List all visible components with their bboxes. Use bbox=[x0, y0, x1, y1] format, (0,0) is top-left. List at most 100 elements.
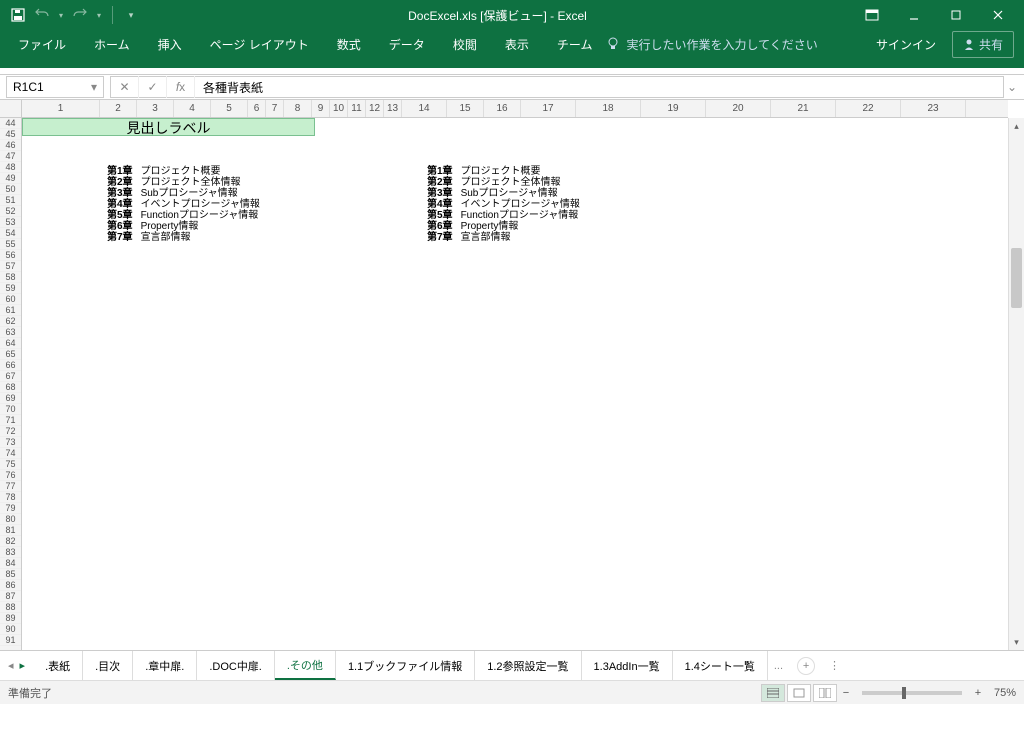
scroll-thumb[interactable] bbox=[1011, 248, 1022, 308]
row-header[interactable]: 84 bbox=[0, 558, 21, 569]
dropdown-icon[interactable]: ▾ bbox=[56, 5, 66, 25]
row-header[interactable]: 71 bbox=[0, 415, 21, 426]
col-header[interactable]: 13 bbox=[384, 100, 402, 117]
zoom-in-button[interactable]: + bbox=[970, 687, 986, 699]
row-header[interactable]: 49 bbox=[0, 173, 21, 184]
sheet-tab[interactable]: 1.1ブックファイル情報 bbox=[336, 651, 475, 680]
cell-grid[interactable]: 見出しラベル 第1章プロジェクト概要第2章プロジェクト全体情報第3章Subプロシ… bbox=[22, 118, 1008, 650]
col-header[interactable]: 11 bbox=[348, 100, 366, 117]
row-header[interactable]: 87 bbox=[0, 591, 21, 602]
select-all-corner[interactable] bbox=[0, 100, 22, 118]
sheet-tab[interactable]: .目次 bbox=[83, 651, 133, 680]
row-header[interactable]: 65 bbox=[0, 349, 21, 360]
col-header[interactable]: 21 bbox=[771, 100, 836, 117]
row-header[interactable]: 48 bbox=[0, 162, 21, 173]
share-button[interactable]: 共有 bbox=[952, 31, 1014, 58]
row-header[interactable]: 55 bbox=[0, 239, 21, 250]
sheet-more[interactable]: ... bbox=[768, 660, 789, 672]
scroll-up-icon[interactable]: ▴ bbox=[1009, 118, 1024, 134]
ribbon-options-icon[interactable] bbox=[852, 0, 892, 30]
row-header[interactable]: 76 bbox=[0, 470, 21, 481]
tab-review[interactable]: 校閲 bbox=[439, 30, 491, 58]
close-icon[interactable] bbox=[978, 0, 1018, 30]
row-header[interactable]: 54 bbox=[0, 228, 21, 239]
row-header[interactable]: 63 bbox=[0, 327, 21, 338]
sheet-tab[interactable]: 1.3AddIn一覧 bbox=[582, 651, 673, 680]
tab-home[interactable]: ホーム bbox=[80, 30, 144, 58]
sheet-tab[interactable]: .章中扉. bbox=[133, 651, 197, 680]
row-header[interactable]: 56 bbox=[0, 250, 21, 261]
tab-pagelayout[interactable]: ページ レイアウト bbox=[196, 30, 323, 58]
redo-icon[interactable] bbox=[70, 5, 90, 25]
col-header[interactable]: 20 bbox=[706, 100, 771, 117]
row-header[interactable]: 51 bbox=[0, 195, 21, 206]
maximize-icon[interactable] bbox=[936, 0, 976, 30]
row-headers[interactable]: 4445464748495051525354555657585960616263… bbox=[0, 118, 22, 650]
sheet-tab[interactable]: .表紙 bbox=[33, 651, 83, 680]
enter-formula-icon[interactable]: ✓ bbox=[139, 76, 167, 98]
row-header[interactable]: 61 bbox=[0, 305, 21, 316]
col-header[interactable]: 4 bbox=[174, 100, 211, 117]
sheet-nav-prev-icon[interactable]: ◂ bbox=[8, 659, 14, 672]
row-header[interactable]: 68 bbox=[0, 382, 21, 393]
name-box[interactable]: R1C1 ▾ bbox=[6, 76, 104, 98]
undo-icon[interactable] bbox=[32, 5, 52, 25]
row-header[interactable]: 85 bbox=[0, 569, 21, 580]
sheet-nav-next-icon[interactable]: ▸ bbox=[20, 659, 26, 672]
row-header[interactable]: 73 bbox=[0, 437, 21, 448]
minimize-icon[interactable] bbox=[894, 0, 934, 30]
row-header[interactable]: 58 bbox=[0, 272, 21, 283]
row-header[interactable]: 80 bbox=[0, 514, 21, 525]
row-header[interactable]: 67 bbox=[0, 371, 21, 382]
qat-customize-icon[interactable]: ▾ bbox=[121, 5, 141, 25]
row-header[interactable]: 53 bbox=[0, 217, 21, 228]
row-header[interactable]: 83 bbox=[0, 547, 21, 558]
tab-insert[interactable]: 挿入 bbox=[144, 30, 196, 58]
tell-me[interactable]: 実行したい作業を入力してください bbox=[606, 36, 817, 53]
dropdown-icon[interactable]: ▾ bbox=[94, 5, 104, 25]
col-header[interactable]: 1 bbox=[22, 100, 100, 117]
row-header[interactable]: 50 bbox=[0, 184, 21, 195]
col-header[interactable]: 3 bbox=[137, 100, 174, 117]
row-header[interactable]: 47 bbox=[0, 151, 21, 162]
row-header[interactable]: 69 bbox=[0, 393, 21, 404]
row-header[interactable]: 88 bbox=[0, 602, 21, 613]
row-header[interactable]: 59 bbox=[0, 283, 21, 294]
row-header[interactable]: 90 bbox=[0, 624, 21, 635]
row-header[interactable]: 74 bbox=[0, 448, 21, 459]
row-header[interactable]: 64 bbox=[0, 338, 21, 349]
row-header[interactable]: 52 bbox=[0, 206, 21, 217]
view-normal-icon[interactable] bbox=[761, 684, 785, 702]
col-header[interactable]: 23 bbox=[901, 100, 966, 117]
row-header[interactable]: 70 bbox=[0, 404, 21, 415]
row-header[interactable]: 77 bbox=[0, 481, 21, 492]
row-header[interactable]: 45 bbox=[0, 129, 21, 140]
sheet-tab[interactable]: .その他 bbox=[275, 651, 336, 680]
tab-data[interactable]: データ bbox=[375, 30, 439, 58]
col-header[interactable]: 9 bbox=[312, 100, 330, 117]
view-pagebreak-icon[interactable] bbox=[813, 684, 837, 702]
col-header[interactable]: 6 bbox=[248, 100, 266, 117]
signin-link[interactable]: サインイン bbox=[866, 36, 946, 53]
tab-team[interactable]: チーム bbox=[543, 30, 607, 58]
col-header[interactable]: 16 bbox=[484, 100, 521, 117]
row-header[interactable]: 86 bbox=[0, 580, 21, 591]
row-header[interactable]: 81 bbox=[0, 525, 21, 536]
row-header[interactable]: 62 bbox=[0, 316, 21, 327]
row-header[interactable]: 66 bbox=[0, 360, 21, 371]
row-header[interactable]: 78 bbox=[0, 492, 21, 503]
col-header[interactable]: 15 bbox=[447, 100, 484, 117]
zoom-out-button[interactable]: − bbox=[838, 687, 854, 699]
col-header[interactable]: 8 bbox=[284, 100, 312, 117]
row-header[interactable]: 75 bbox=[0, 459, 21, 470]
row-header[interactable]: 44 bbox=[0, 118, 21, 129]
scroll-down-icon[interactable]: ▾ bbox=[1009, 634, 1024, 650]
col-header[interactable]: 12 bbox=[366, 100, 384, 117]
row-header[interactable]: 91 bbox=[0, 635, 21, 646]
tab-view[interactable]: 表示 bbox=[491, 30, 543, 58]
sheet-tab[interactable]: 1.4シート一覧 bbox=[673, 651, 768, 680]
zoom-level[interactable]: 75% bbox=[994, 687, 1016, 699]
cancel-formula-icon[interactable]: ✕ bbox=[111, 76, 139, 98]
column-headers[interactable]: 1234567891011121314151617181920212223 bbox=[22, 100, 1008, 118]
view-pagelayout-icon[interactable] bbox=[787, 684, 811, 702]
